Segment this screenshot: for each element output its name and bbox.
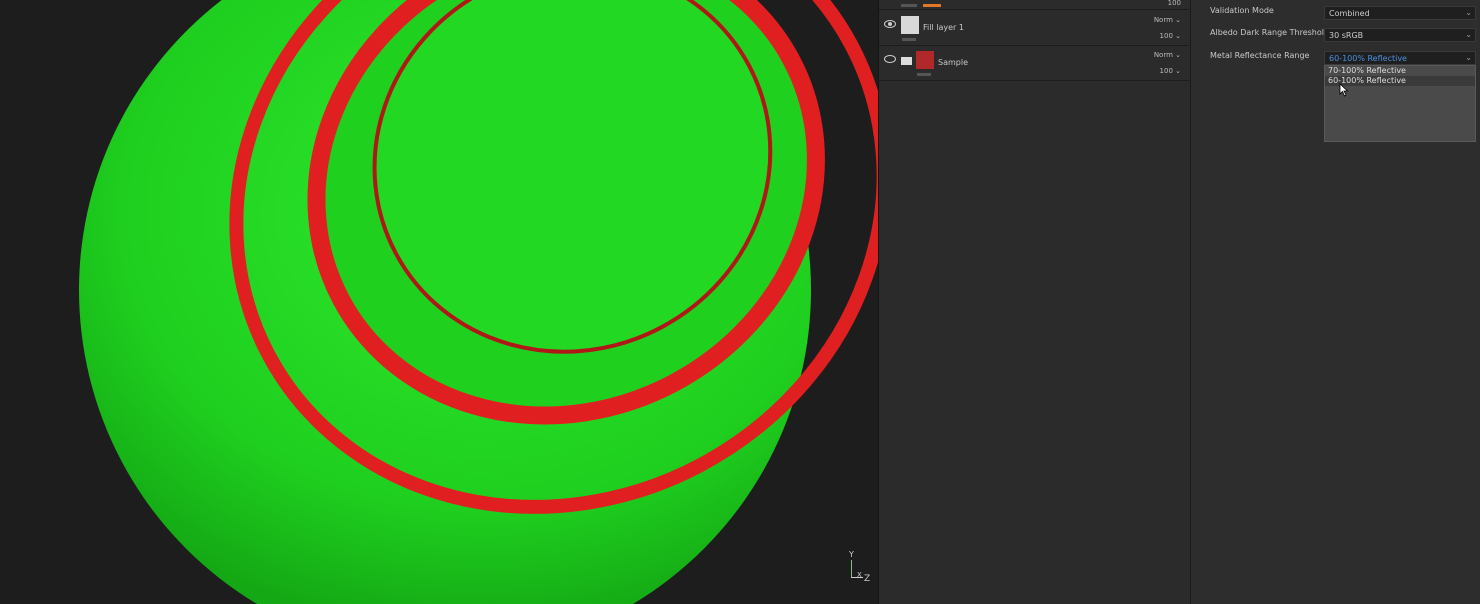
layer-name: Fill layer 1 [923,23,964,32]
3d-viewport[interactable]: Y X Z [0,0,878,604]
layer-thumbnail [916,51,934,69]
axis-x-label: X [857,571,862,579]
layer-name: Sample [938,58,968,67]
axis-y-label: Y [849,550,854,559]
metal-range-dropdown-list: 70-100% Reflective 60-100% Reflective [1324,65,1476,142]
layer-row-sample[interactable]: Sample Norm ⌄ 100 ⌄ [879,46,1189,81]
layers-panel: 100 Fill layer 1 Norm ⌄ 100 ⌄ Sample Nor… [878,0,1190,604]
layer-row-partial[interactable]: 100 [879,0,1189,10]
chevron-down-icon: ⌄ [1465,8,1472,17]
axis-gizmo: Y X Z [845,550,875,590]
metal-range-select[interactable]: 60-100% Reflective ⌄ [1324,51,1476,65]
properties-panel: Validation Mode Combined ⌄ Albedo Dark Ra… [1190,0,1480,604]
blend-mode-dropdown[interactable]: Norm ⌄ [1154,51,1181,59]
opacity-field[interactable]: 100 ⌄ [1160,67,1181,75]
option-70-100[interactable]: 70-100% Reflective [1325,66,1475,76]
pbr-validation-sphere [79,0,878,604]
eye-icon[interactable] [884,55,896,63]
layer-row-fill-layer-1[interactable]: Fill layer 1 Norm ⌄ 100 ⌄ [879,11,1189,46]
opacity-field[interactable]: 100 ⌄ [1160,32,1181,40]
folder-icon [901,57,912,65]
validation-mode-label: Validation Mode [1210,6,1274,15]
albedo-threshold-label: Albedo Dark Range Threshold [1210,28,1330,37]
albedo-threshold-select[interactable]: 30 sRGB ⌄ [1324,28,1476,42]
chevron-down-icon: ⌄ [1465,53,1472,62]
mouse-cursor-icon [1339,83,1349,97]
blend-mode-dropdown[interactable]: Norm ⌄ [1154,16,1181,24]
validation-mode-select[interactable]: Combined ⌄ [1324,6,1476,20]
axis-z-label: Z [864,574,871,584]
eye-icon[interactable] [884,20,896,28]
metal-range-label: Metal Reflectance Range [1210,51,1310,60]
chevron-down-icon: ⌄ [1465,30,1472,39]
layer-opacity: 100 [1167,0,1181,7]
layer-thumbnail [901,16,919,34]
